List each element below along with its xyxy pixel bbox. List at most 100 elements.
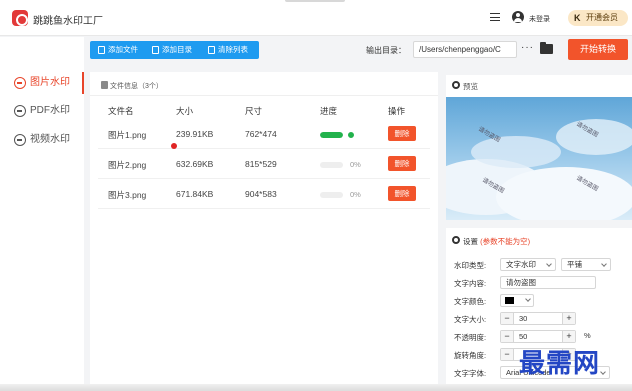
decrement-button[interactable]: −: [501, 349, 514, 360]
gear-icon: [452, 236, 460, 244]
clear-list-label: 清除列表: [218, 45, 248, 54]
color-swatch: [505, 297, 514, 304]
sidebar-item-label: PDF水印: [30, 105, 70, 116]
file-name: 图片2.png: [108, 160, 147, 170]
sidebar-item-image-watermark[interactable]: 图片水印: [0, 72, 84, 94]
increment-button[interactable]: +: [562, 331, 575, 342]
color-dropdown: [522, 296, 531, 304]
gear-icon: [452, 81, 460, 89]
column-header-dims: 尺寸: [245, 106, 263, 116]
sidebar: 图片水印 PDF水印 视频水印: [0, 37, 84, 391]
app-window: 跳跳鱼水印工厂 未登录 K 开通会员 图片水印 PDF水印 视频水印 添加文件: [0, 0, 632, 391]
file-size: 239.91KB: [176, 129, 214, 139]
chevron-down-icon: [601, 261, 607, 267]
font-size-stepper[interactable]: − 30 +: [500, 312, 576, 325]
settings-title: 设置: [463, 237, 478, 246]
watermark-type-select[interactable]: 文字水印: [500, 258, 556, 271]
decrement-button[interactable]: −: [501, 331, 514, 342]
file-size: 632.69KB: [176, 159, 214, 169]
file-dims: 762*474: [245, 129, 277, 139]
progress-bar: [320, 162, 343, 168]
settings-header: 设置 (参数不能为空): [452, 236, 530, 247]
add-file-button[interactable]: 添加文件: [98, 41, 138, 59]
user-icon[interactable]: [512, 11, 524, 23]
sidebar-item-pdf-watermark[interactable]: PDF水印: [0, 100, 84, 122]
progress-complete-icon: [348, 132, 354, 138]
opacity-value: 50: [519, 332, 528, 341]
text-color-label: 文字颜色:: [454, 297, 487, 306]
progress-fill: [320, 132, 343, 138]
sidebar-item-video-watermark[interactable]: 视频水印: [0, 129, 84, 151]
preview-image: 请勿盗图 请勿盗图 请勿盗图 请勿盗图: [446, 97, 632, 220]
text-color-picker[interactable]: [500, 294, 534, 307]
start-convert-button[interactable]: 开始转换: [568, 39, 628, 60]
more-options-button[interactable]: ···: [521, 42, 534, 53]
menu-icon[interactable]: [490, 13, 500, 21]
output-dir-input[interactable]: /Users/chenpenggao/C: [413, 41, 517, 58]
file-dims: 815*529: [245, 159, 277, 169]
document-icon: [101, 81, 108, 89]
notification-dot: [171, 143, 177, 149]
clear-list-button[interactable]: 清除列表: [208, 41, 248, 59]
vip-crown-icon: K: [574, 13, 581, 23]
output-dir-label: 输出目录：: [366, 46, 406, 55]
image-watermark-icon: [14, 77, 26, 89]
sidebar-item-label: 视频水印: [30, 134, 70, 145]
add-directory-button[interactable]: 添加目录: [152, 41, 192, 59]
chevron-down-icon: [525, 296, 531, 302]
column-header-name: 文件名: [108, 106, 134, 116]
file-name: 图片3.png: [108, 190, 147, 200]
rotation-label: 旋转角度:: [454, 351, 487, 360]
text-content-input[interactable]: 请勿盗图: [500, 276, 596, 289]
video-watermark-icon: [14, 134, 26, 146]
file-icon: [98, 46, 105, 54]
text-content-label: 文字内容:: [454, 279, 487, 288]
site-watermark-logo: 最需网: [519, 349, 601, 379]
preview-title: 预览: [463, 82, 478, 91]
progress-bar: [320, 192, 343, 198]
vip-button[interactable]: K 开通会员: [568, 10, 628, 26]
font-family-label: 文字字体:: [454, 369, 487, 378]
add-directory-label: 添加目录: [162, 45, 192, 54]
chevron-down-icon: [600, 369, 606, 375]
login-status[interactable]: 未登录: [529, 14, 550, 24]
delete-button[interactable]: 删除: [388, 186, 416, 201]
sidebar-item-label: 图片水印: [30, 77, 70, 88]
column-header-size: 大小: [176, 106, 194, 116]
app-logo-icon: [12, 10, 28, 26]
font-size-label: 文字大小:: [454, 315, 487, 324]
progress-percent: 0%: [350, 190, 361, 199]
file-panel-header: 文件信息（3个）: [90, 72, 438, 96]
horizontal-scrollbar[interactable]: [0, 384, 632, 391]
file-name: 图片1.png: [108, 130, 147, 140]
file-dims: 904*583: [245, 189, 277, 199]
trash-icon: [208, 46, 215, 54]
settings-note: (参数不能为空): [480, 237, 531, 246]
app-title: 跳跳鱼水印工厂: [33, 16, 103, 27]
decrement-button[interactable]: −: [501, 313, 514, 324]
cloud-shape: [471, 136, 561, 168]
file-size: 671.84KB: [176, 189, 214, 199]
preview-header: 预览: [452, 81, 478, 92]
opacity-label: 不透明度:: [454, 333, 487, 342]
window-caption-fragment: [285, 0, 345, 2]
watermark-type-value: 文字水印: [506, 260, 536, 269]
font-size-value: 30: [519, 314, 528, 323]
tile-mode-value: 平铺: [567, 260, 582, 269]
preview-panel: 预览 请勿盗图 请勿盗图 请勿盗图 请勿盗图: [446, 75, 632, 220]
tile-mode-select[interactable]: 平铺: [561, 258, 611, 271]
folder-icon[interactable]: [540, 42, 553, 54]
file-toolbar: 添加文件 添加目录 清除列表: [90, 41, 259, 59]
delete-button[interactable]: 删除: [388, 156, 416, 171]
watermark-type-label: 水印类型:: [454, 261, 487, 270]
opacity-stepper[interactable]: − 50 +: [500, 330, 576, 343]
increment-button[interactable]: +: [562, 313, 575, 324]
chevron-down-icon: [546, 261, 552, 267]
progress-bar: [320, 132, 343, 138]
table-row: 图片1.png 239.91KB 762*474 删除: [98, 120, 430, 149]
delete-button[interactable]: 删除: [388, 126, 416, 141]
folder-outline-icon: [152, 46, 159, 54]
column-header-progress: 进度: [320, 106, 338, 116]
file-panel-title: 文件信息（3个）: [110, 83, 163, 90]
title-bar: 跳跳鱼水印工厂 未登录 K 开通会员: [0, 0, 632, 36]
